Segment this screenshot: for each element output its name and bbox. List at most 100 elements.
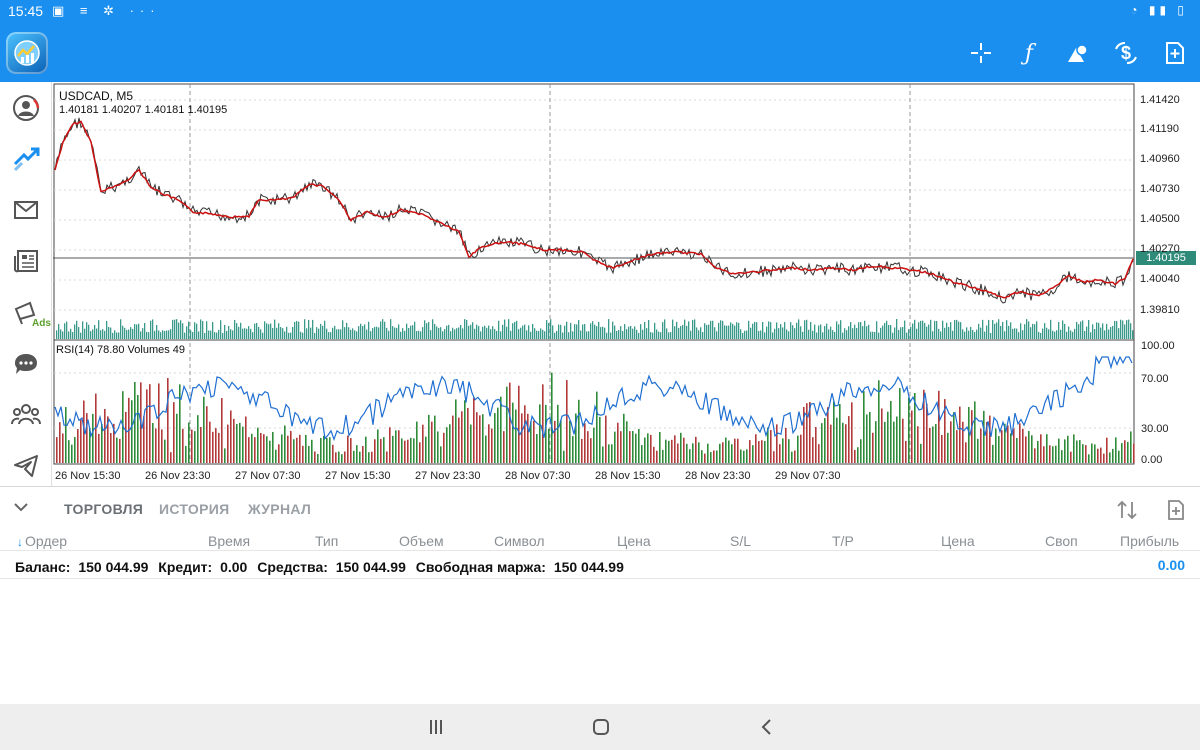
tab-trade[interactable]: ТОРГОВЛЯ [64, 501, 143, 517]
rsi-volume-bar [470, 424, 472, 463]
rsi-volume-bar [842, 422, 844, 463]
volume-bar [880, 327, 882, 339]
chart-canvas[interactable] [53, 82, 1200, 486]
column-type[interactable]: Тип [315, 533, 338, 549]
rsi-volume-bar [752, 445, 754, 463]
volume-bar [968, 330, 970, 339]
volume-bar [530, 331, 532, 339]
volume-bar [670, 332, 672, 339]
rsi-volume-bar [716, 450, 718, 463]
volume-bar [734, 325, 736, 339]
column-price-current[interactable]: Цена [941, 533, 975, 549]
volume-bar [1044, 323, 1046, 339]
rsi-volume-bar [653, 446, 655, 463]
price-axis-label: 1.40270 [1140, 243, 1180, 255]
volume-bar [416, 331, 418, 339]
volume-bar [278, 323, 280, 339]
volume-bar [626, 329, 628, 339]
crosshair-icon[interactable] [964, 36, 998, 70]
rsi-volume-bar [230, 410, 232, 463]
news-icon[interactable] [8, 243, 44, 279]
volume-bar [314, 332, 316, 339]
sort-button[interactable] [1114, 497, 1140, 523]
volume-bar [962, 329, 964, 339]
account-icon[interactable] [8, 90, 44, 126]
tab-history[interactable]: ИСТОРИЯ [159, 501, 229, 517]
volume-bar [986, 325, 988, 339]
new-order-icon[interactable] [1158, 36, 1192, 70]
volume-bar [660, 332, 662, 339]
price-chart[interactable]: USDCAD, M5 1.40181 1.40207 1.40181 1.401… [53, 82, 1200, 486]
column-volume[interactable]: Объем [399, 533, 444, 549]
volume-bar [704, 323, 706, 339]
volume-bar [924, 322, 926, 339]
rsi-volume-bar [437, 431, 439, 463]
volume-bar [96, 328, 98, 339]
volume-bar [136, 324, 138, 339]
recents-icon[interactable] [421, 714, 451, 740]
column-profit[interactable]: Прибыль [1120, 533, 1179, 549]
function-icon[interactable]: ƒ [1012, 36, 1046, 70]
column-time[interactable]: Время [208, 533, 250, 549]
rsi-volume-bar [239, 422, 241, 463]
volume-bar [700, 327, 702, 339]
rsi-volume-bar [422, 424, 424, 463]
trade-icon[interactable] [8, 140, 44, 176]
rsi-volume-bar [992, 444, 994, 463]
chat-icon[interactable] [8, 346, 44, 382]
volume-bar [868, 324, 870, 339]
ads-icon[interactable]: Ads [8, 294, 51, 330]
column-sl[interactable]: S/L [730, 533, 751, 549]
volume-bar [506, 326, 508, 339]
mail-icon[interactable] [8, 192, 44, 228]
rsi-volume-bar [488, 424, 490, 463]
rsi-volume-bar [797, 435, 799, 463]
rsi-volume-bar [677, 443, 679, 463]
rsi-volume-bar [176, 413, 178, 463]
volume-bar [156, 325, 158, 339]
back-icon[interactable] [751, 714, 781, 740]
panel-new-order-button[interactable] [1163, 497, 1189, 523]
rsi-volume-bar [743, 450, 745, 463]
rsi-volume-bar [380, 438, 382, 463]
column-swap[interactable]: Своп [1045, 533, 1078, 549]
community-icon[interactable] [8, 396, 44, 432]
home-icon[interactable] [586, 714, 616, 740]
volume-bar [772, 332, 774, 339]
volume-bar [152, 319, 154, 339]
volume-bar [590, 323, 592, 339]
rsi-volume-bar [935, 423, 937, 463]
rsi-volume-bar [326, 437, 328, 463]
rsi-volume-bar [917, 426, 919, 463]
volume-bar [474, 328, 476, 339]
volume-bar [400, 331, 402, 339]
volume-bar [806, 319, 808, 339]
volume-bar [886, 320, 888, 339]
column-symbol[interactable]: Символ [494, 533, 544, 549]
shapes-icon[interactable] [1061, 36, 1095, 70]
volume-bar [970, 326, 972, 339]
dollar-exchange-icon[interactable]: $ [1109, 36, 1143, 70]
rsi-volume-bar [341, 454, 343, 463]
chart-symbol: USDCAD, M5 [59, 89, 134, 103]
volume-bar [776, 322, 778, 339]
rsi-volume-bar [1028, 431, 1030, 463]
volume-bar [366, 329, 368, 339]
rsi-volume-bar [1019, 423, 1021, 463]
collapse-panel-button[interactable] [14, 499, 28, 517]
tab-journal[interactable]: ЖУРНАЛ [248, 501, 311, 517]
column-order[interactable]: ↓ Ордер [17, 533, 67, 549]
telegram-icon[interactable] [8, 448, 44, 484]
metatrader-logo-icon[interactable] [6, 32, 48, 74]
rsi-volume-bar [1022, 428, 1024, 463]
rsi-volume-bar [968, 407, 970, 463]
column-price-open[interactable]: Цена [617, 533, 651, 549]
rsi-volume-bar [764, 440, 766, 463]
rsi-volume-bar [494, 413, 496, 463]
volume-bar [686, 325, 688, 339]
sort-arrow-icon: ↓ [17, 535, 23, 549]
volume-bar [172, 319, 174, 339]
rsi-volume-bar [851, 402, 853, 463]
column-tp[interactable]: T/P [832, 533, 854, 549]
price-axis-label: 1.41420 [1140, 94, 1180, 106]
